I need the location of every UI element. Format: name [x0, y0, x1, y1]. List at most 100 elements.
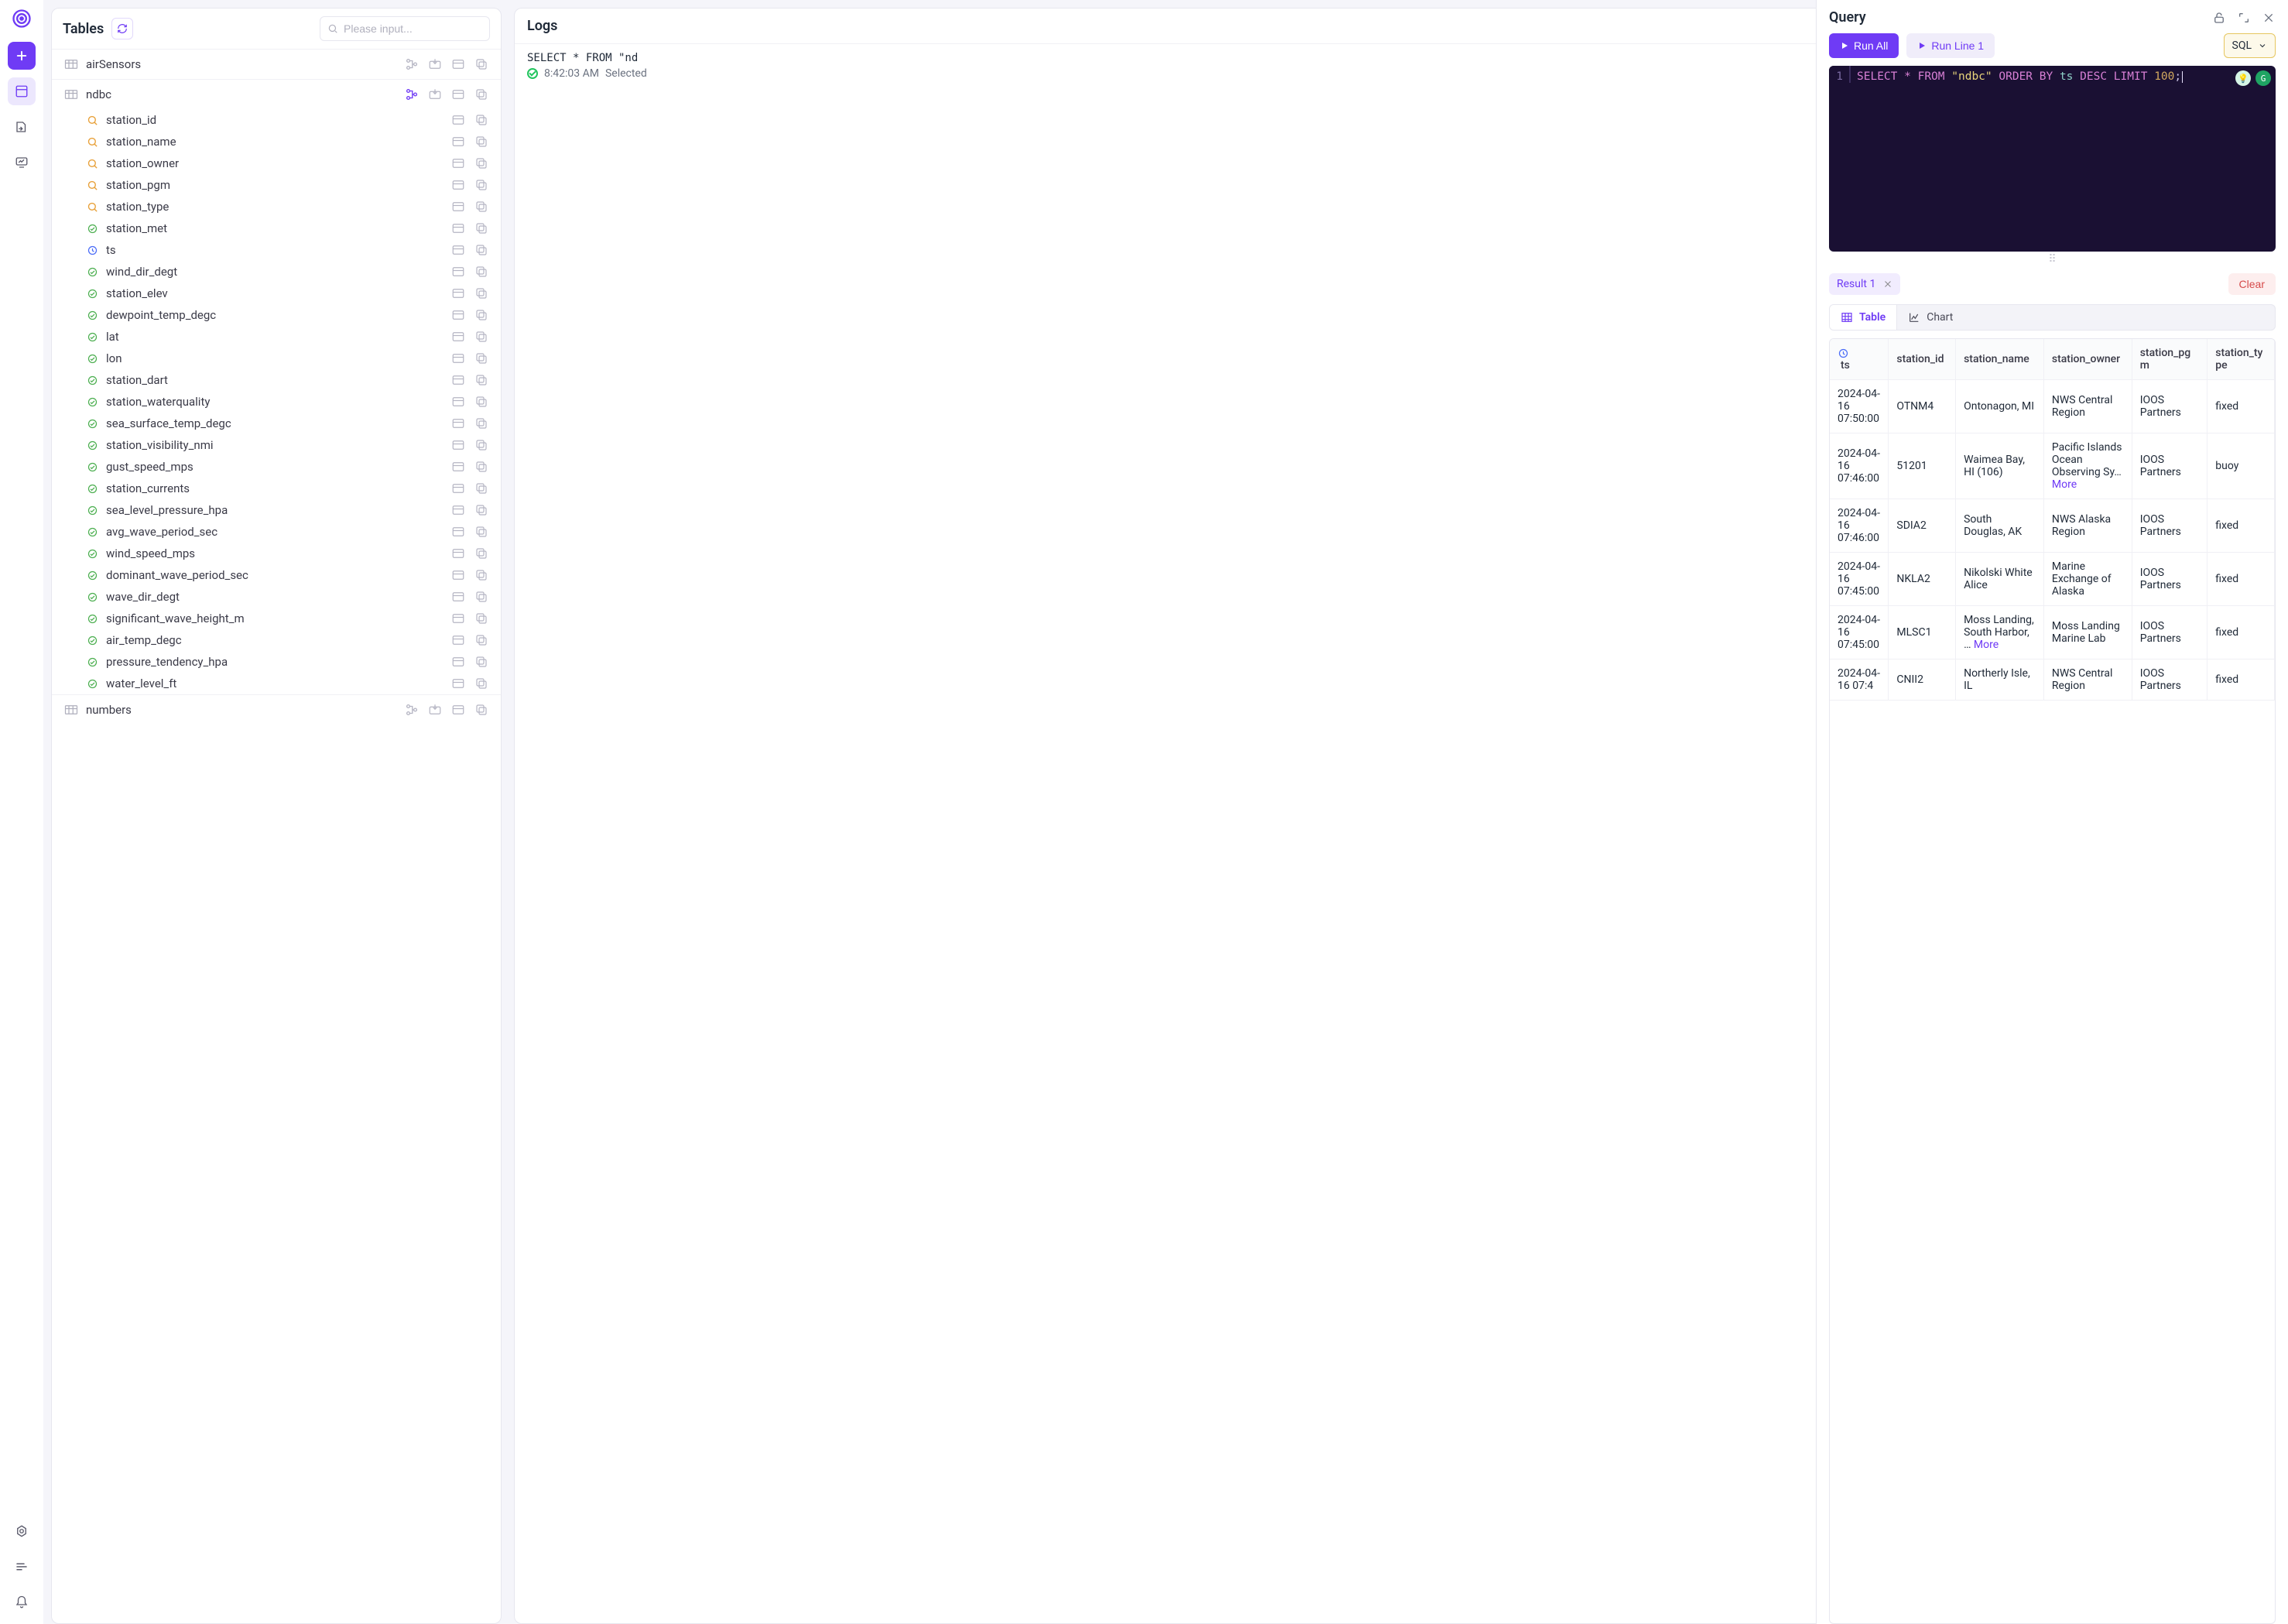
copy-icon[interactable] — [474, 525, 488, 539]
column-row[interactable]: station_name — [52, 131, 501, 152]
column-row[interactable]: station_type — [52, 196, 501, 218]
details-icon[interactable] — [451, 330, 465, 344]
column-row[interactable]: avg_wave_period_sec — [52, 521, 501, 543]
copy-icon[interactable] — [474, 612, 488, 625]
column-row[interactable]: station_id — [52, 109, 501, 131]
column-header[interactable]: station_type — [2208, 339, 2275, 380]
details-icon[interactable] — [451, 568, 465, 582]
column-row[interactable]: station_elev — [52, 283, 501, 304]
copy-icon[interactable] — [474, 57, 488, 71]
refresh-tables-button[interactable] — [111, 18, 133, 39]
details-icon[interactable] — [451, 655, 465, 669]
insert-icon[interactable] — [428, 87, 442, 101]
run-all-button[interactable]: Run All — [1829, 33, 1899, 58]
copy-icon[interactable] — [474, 87, 488, 101]
expand-icon[interactable] — [2237, 11, 2251, 25]
copy-icon[interactable] — [474, 395, 488, 409]
table-row[interactable]: 2024-04-16 07:50:00 OTNM4 Ontonagon, MI … — [1830, 380, 2275, 433]
details-icon[interactable] — [451, 156, 465, 170]
column-row[interactable]: station_pgm — [52, 174, 501, 196]
table-row[interactable]: airSensors — [52, 49, 501, 79]
copy-icon[interactable] — [474, 568, 488, 582]
details-icon[interactable] — [451, 243, 465, 257]
copy-icon[interactable] — [474, 135, 488, 149]
column-header[interactable]: station_owner — [2043, 339, 2132, 380]
ingest-button[interactable] — [8, 113, 36, 141]
details-icon[interactable] — [451, 178, 465, 192]
table-row[interactable]: 2024-04-16 07:46:00 SDIA2 South Douglas,… — [1830, 499, 2275, 553]
column-row[interactable]: sea_level_pressure_hpa — [52, 499, 501, 521]
copy-icon[interactable] — [474, 156, 488, 170]
column-row[interactable]: ts — [52, 239, 501, 261]
details-icon[interactable] — [451, 677, 465, 690]
details-icon[interactable] — [451, 200, 465, 214]
column-row[interactable]: station_currents — [52, 478, 501, 499]
copy-icon[interactable] — [474, 590, 488, 604]
column-row[interactable]: lon — [52, 348, 501, 369]
table-row[interactable]: 2024-04-16 07:45:00 MLSC1 Moss Landing, … — [1830, 606, 2275, 660]
details-icon[interactable] — [451, 373, 465, 387]
details-icon[interactable] — [451, 633, 465, 647]
column-row[interactable]: dewpoint_temp_degc — [52, 304, 501, 326]
details-icon[interactable] — [451, 395, 465, 409]
column-row[interactable]: air_temp_degc — [52, 629, 501, 651]
more-link[interactable]: More — [2052, 478, 2077, 491]
grammar-icon[interactable]: G — [2255, 70, 2271, 86]
insert-icon[interactable] — [428, 703, 442, 717]
result-table[interactable]: tsstation_idstation_namestation_ownersta… — [1829, 338, 2276, 1624]
details-icon[interactable] — [451, 221, 465, 235]
copy-icon[interactable] — [474, 200, 488, 214]
details-icon[interactable] — [451, 460, 465, 474]
tables-search-input[interactable] — [320, 16, 490, 41]
schema-icon[interactable] — [405, 57, 419, 71]
copy-icon[interactable] — [474, 221, 488, 235]
details-icon[interactable] — [451, 265, 465, 279]
column-row[interactable]: wind_speed_mps — [52, 543, 501, 564]
copy-icon[interactable] — [474, 546, 488, 560]
table-row[interactable]: 2024-04-16 07:4 CNII2 Northerly Isle, IL… — [1830, 660, 2275, 701]
column-row[interactable]: wave_dir_degt — [52, 586, 501, 608]
copy-icon[interactable] — [474, 330, 488, 344]
column-header[interactable]: ts — [1830, 339, 1889, 380]
close-icon[interactable] — [2262, 11, 2276, 25]
details-icon[interactable] — [451, 351, 465, 365]
copy-icon[interactable] — [474, 438, 488, 452]
column-row[interactable]: pressure_tendency_hpa — [52, 651, 501, 673]
notifications-button[interactable] — [8, 1588, 36, 1616]
more-link[interactable]: More — [1974, 639, 1999, 651]
column-row[interactable]: dominant_wave_period_sec — [52, 564, 501, 586]
close-result-icon[interactable] — [1883, 279, 1892, 289]
column-row[interactable]: station_visibility_nmi — [52, 434, 501, 456]
copy-icon[interactable] — [474, 460, 488, 474]
details-icon[interactable] — [451, 113, 465, 127]
details-icon[interactable] — [451, 308, 465, 322]
column-row[interactable]: station_owner — [52, 152, 501, 174]
copy-icon[interactable] — [474, 351, 488, 365]
details-icon[interactable] — [451, 590, 465, 604]
details-icon[interactable] — [451, 525, 465, 539]
settings-button[interactable] — [8, 1517, 36, 1545]
column-row[interactable]: sea_surface_temp_degc — [52, 413, 501, 434]
column-row[interactable]: significant_wave_height_m — [52, 608, 501, 629]
details-icon[interactable] — [451, 438, 465, 452]
editor-resize-handle[interactable]: ⠿ — [1829, 252, 2276, 267]
copy-icon[interactable] — [474, 178, 488, 192]
column-header[interactable]: station_id — [1889, 339, 1956, 380]
details-icon[interactable] — [451, 503, 465, 517]
language-select[interactable]: SQL — [2224, 33, 2276, 58]
copy-icon[interactable] — [474, 655, 488, 669]
details-icon[interactable] — [451, 87, 465, 101]
hint-icon[interactable]: 💡 — [2235, 70, 2251, 86]
column-row[interactable]: wind_dir_degt — [52, 261, 501, 283]
column-header[interactable]: station_name — [1956, 339, 2044, 380]
result-tab[interactable]: Result 1 — [1829, 273, 1900, 295]
column-row[interactable]: station_met — [52, 218, 501, 239]
copy-icon[interactable] — [474, 677, 488, 690]
column-header[interactable]: station_pgm — [2132, 339, 2208, 380]
details-icon[interactable] — [451, 703, 465, 717]
details-icon[interactable] — [451, 135, 465, 149]
details-icon[interactable] — [451, 612, 465, 625]
view-chart-tab[interactable]: Chart — [1897, 305, 1964, 330]
schema-icon[interactable] — [405, 87, 419, 101]
table-row[interactable]: numbers — [52, 694, 501, 725]
